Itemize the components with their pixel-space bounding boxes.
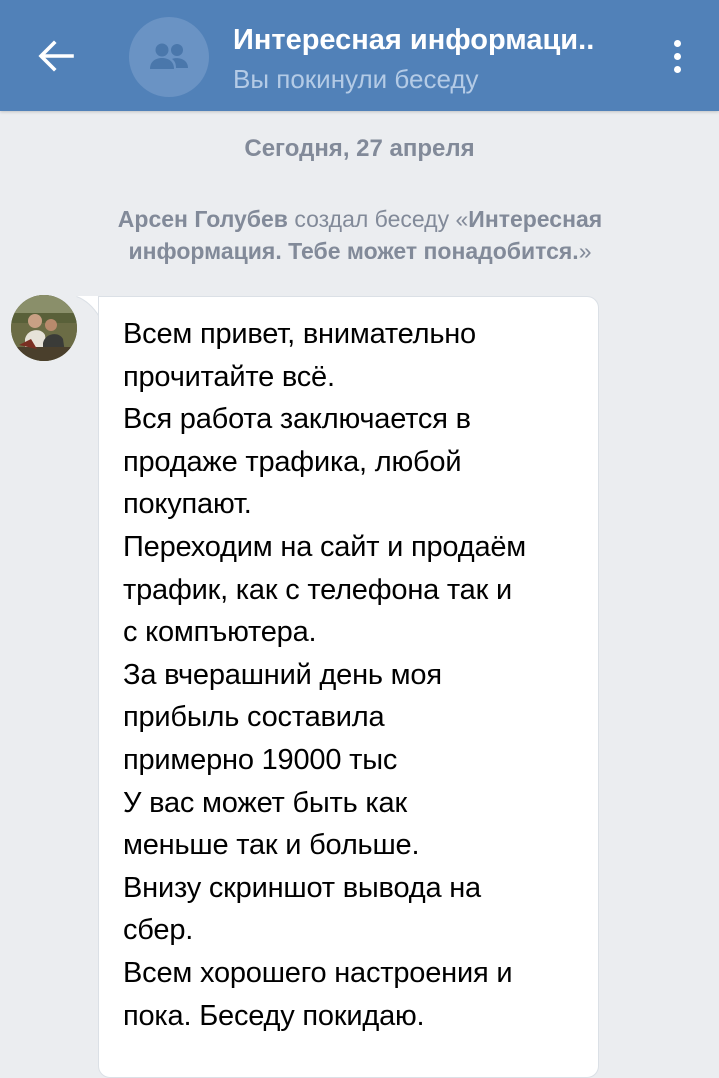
service-message-author[interactable]: Арсен Голубев (118, 206, 288, 232)
service-message: Арсен Голубев создал беседу «Интересная … (60, 203, 660, 267)
service-message-action: создал беседу « (287, 206, 469, 232)
more-vertical-icon-dot (673, 65, 681, 73)
back-button[interactable] (30, 30, 82, 82)
chat-avatar[interactable] (129, 17, 209, 97)
chat-header: Интересная информаци.. Вы покинули бесед… (0, 0, 719, 111)
avatar-photo (11, 295, 77, 361)
sender-avatar[interactable] (11, 295, 77, 361)
date-separator: Сегодня, 27 апреля (244, 135, 475, 162)
message-text: Всем привет, внимательно прочитайте всё.… (123, 318, 527, 1032)
bubble-tail (76, 296, 100, 318)
service-message-closing: » (578, 238, 592, 264)
more-vertical-icon (673, 39, 681, 47)
arrow-left-icon (38, 40, 74, 72)
group-icon (150, 43, 188, 69)
chat-subtitle: Вы покинули беседу (233, 64, 479, 94)
more-vertical-icon-dot (673, 52, 681, 60)
chat-title: Интересная информаци.. (233, 24, 595, 56)
more-menu-button[interactable] (655, 32, 699, 80)
chat-title-block[interactable]: Интересная информаци.. Вы покинули бесед… (233, 20, 633, 97)
